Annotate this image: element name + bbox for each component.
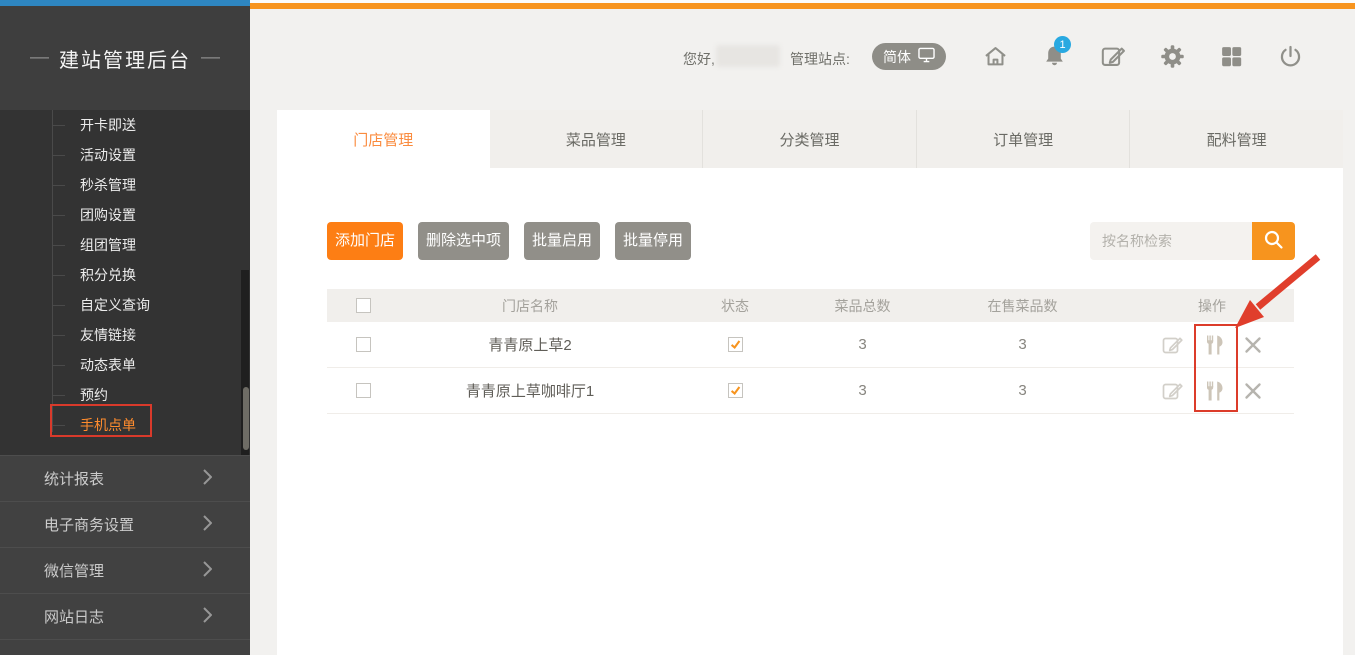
sidebar-item-points-exchange[interactable]: 积分兑换	[0, 260, 250, 290]
status-checkbox-checked[interactable]	[728, 383, 743, 398]
search-button[interactable]	[1252, 222, 1295, 260]
col-header-total-dishes: 菜品总数	[810, 296, 915, 316]
sidebar-sections: 统计报表 电子商务设置 微信管理 网站日志	[0, 455, 250, 655]
home-icon[interactable]	[981, 42, 1009, 70]
header-icon-row: 1	[981, 42, 1304, 70]
sidebar-item-reservation[interactable]: 预约	[0, 380, 250, 410]
tab-store-management[interactable]: 门店管理	[277, 110, 490, 168]
section-label: 电子商务设置	[44, 514, 203, 535]
table-header-row: 门店名称 状态 菜品总数 在售菜品数 操作	[327, 289, 1294, 322]
sidebar-scrollbar-thumb[interactable]	[243, 387, 249, 450]
delete-x-icon[interactable]	[1243, 335, 1263, 355]
fork-knife-icon[interactable]	[1201, 379, 1227, 403]
col-header-operations: 操作	[1130, 296, 1294, 316]
sidebar-item-dynamic-forms[interactable]: 动态表单	[0, 350, 250, 380]
section-label: 微信管理	[44, 560, 203, 581]
bell-icon[interactable]: 1	[1040, 42, 1068, 70]
store-name: 青青原上草咖啡厅1	[400, 380, 660, 401]
total-dishes-value: 3	[810, 336, 915, 353]
sidebar-filler	[0, 639, 250, 655]
sidebar-section-statistics[interactable]: 统计报表	[0, 455, 250, 501]
notification-badge: 1	[1054, 36, 1071, 53]
tab-category-management[interactable]: 分类管理	[703, 110, 917, 168]
row-checkbox[interactable]	[356, 337, 371, 352]
page-right-gutter	[1343, 9, 1355, 655]
sidebar-item-card-gift[interactable]: 开卡即送	[0, 110, 250, 140]
app-logo: — 建站管理后台 —	[0, 6, 250, 110]
row-checkbox[interactable]	[356, 383, 371, 398]
logo-dash-left: —	[30, 47, 49, 69]
delete-x-icon[interactable]	[1243, 381, 1263, 401]
app-title: 建站管理后台	[59, 44, 191, 73]
search-box	[1090, 222, 1295, 260]
sidebar-item-group-manage[interactable]: 组团管理	[0, 230, 250, 260]
sidebar-item-group-buy[interactable]: 团购设置	[0, 200, 250, 230]
sidebar-section-site-logs[interactable]: 网站日志	[0, 593, 250, 639]
on-sale-dishes-value: 3	[915, 382, 1130, 399]
batch-disable-button[interactable]: 批量停用	[615, 222, 691, 260]
delete-selected-button[interactable]: 删除选中项	[418, 222, 509, 260]
col-header-store-name: 门店名称	[400, 296, 660, 316]
on-sale-dishes-value: 3	[915, 336, 1130, 353]
search-input[interactable]	[1090, 222, 1252, 260]
managed-site-label: 管理站点:	[790, 49, 850, 69]
sidebar-section-wechat[interactable]: 微信管理	[0, 547, 250, 593]
edit-icon[interactable]	[1161, 379, 1185, 403]
status-checkbox-checked[interactable]	[728, 337, 743, 352]
greeting-text: 您好,	[683, 49, 715, 69]
sidebar-item-flash-sale[interactable]: 秒杀管理	[0, 170, 250, 200]
main-area: 您好, 管理站点: 简体 1	[250, 9, 1355, 655]
select-all-checkbox[interactable]	[356, 298, 371, 313]
content-card: 添加门店 删除选中项 批量启用 批量停用 门店名称 状态 菜品总数	[277, 168, 1343, 655]
total-dishes-value: 3	[810, 382, 915, 399]
chevron-right-icon	[203, 515, 212, 535]
chevron-right-icon	[203, 561, 212, 581]
monitor-icon	[918, 47, 935, 66]
table-row: 青青原上草咖啡厅1 3 3	[327, 368, 1294, 414]
logo-dash-right: —	[201, 47, 220, 69]
section-label: 网站日志	[44, 606, 203, 627]
chevron-right-icon	[203, 607, 212, 627]
batch-enable-button[interactable]: 批量启用	[524, 222, 600, 260]
search-icon	[1262, 228, 1286, 255]
tab-dish-management[interactable]: 菜品管理	[490, 110, 704, 168]
col-header-status: 状态	[660, 296, 810, 316]
store-name: 青青原上草2	[400, 334, 660, 355]
sidebar-item-custom-query[interactable]: 自定义查询	[0, 290, 250, 320]
sidebar-submenu: 开卡即送 活动设置 秒杀管理 团购设置 组团管理 积分兑换 自定义查询 友情链接…	[0, 110, 250, 455]
stores-table: 门店名称 状态 菜品总数 在售菜品数 操作 青青原上草2 3 3	[327, 289, 1294, 414]
tab-bar: 门店管理 菜品管理 分类管理 订单管理 配料管理	[277, 110, 1343, 168]
compose-icon[interactable]	[1099, 42, 1127, 70]
sidebar-item-mobile-ordering[interactable]: 手机点单	[0, 410, 250, 440]
table-row: 青青原上草2 3 3	[327, 322, 1294, 368]
language-site-button[interactable]: 简体	[872, 43, 946, 70]
sidebar: — 建站管理后台 — 开卡即送 活动设置 秒杀管理 团购设置 组团管理 积分兑换…	[0, 6, 250, 655]
tab-order-management[interactable]: 订单管理	[917, 110, 1131, 168]
add-store-button[interactable]: 添加门店	[327, 222, 403, 260]
section-label: 统计报表	[44, 468, 203, 489]
sidebar-item-friend-links[interactable]: 友情链接	[0, 320, 250, 350]
sidebar-section-ecommerce[interactable]: 电子商务设置	[0, 501, 250, 547]
edit-icon[interactable]	[1161, 333, 1185, 357]
toolbar: 添加门店 删除选中项 批量启用 批量停用	[327, 222, 691, 260]
admin-page: — 建站管理后台 — 开卡即送 活动设置 秒杀管理 团购设置 组团管理 积分兑换…	[0, 0, 1355, 655]
redacted-username	[716, 45, 780, 67]
power-icon[interactable]	[1276, 42, 1304, 70]
chevron-right-icon	[203, 469, 212, 489]
col-header-on-sale-dishes: 在售菜品数	[915, 296, 1130, 316]
language-label: 简体	[883, 47, 911, 67]
sidebar-item-activity-settings[interactable]: 活动设置	[0, 140, 250, 170]
fork-knife-icon[interactable]	[1201, 333, 1227, 357]
tab-ingredient-management[interactable]: 配料管理	[1130, 110, 1343, 168]
gear-icon[interactable]	[1158, 42, 1186, 70]
apps-grid-icon[interactable]	[1217, 42, 1245, 70]
